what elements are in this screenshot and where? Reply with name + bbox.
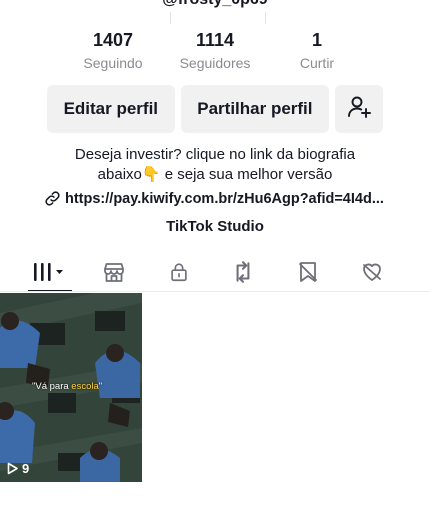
profile-tabs	[28, 254, 394, 292]
edit-profile-button[interactable]: Editar perfil	[47, 85, 175, 133]
video-thumbnail[interactable]: "Vá para escola" 9	[0, 293, 142, 482]
repost-icon	[230, 259, 256, 285]
grid-icon	[32, 260, 68, 284]
favorites-icon	[296, 260, 320, 284]
shop-icon	[102, 260, 126, 284]
stat-followers[interactable]: 1114 Seguidores	[172, 30, 258, 71]
video-caption-highlight: escola	[71, 381, 99, 392]
tab-reposts[interactable]	[221, 256, 265, 288]
add-friend-button[interactable]	[335, 85, 384, 133]
profile-bio: Deseja investir? clique no link da biogr…	[40, 145, 390, 185]
tab-liked[interactable]	[350, 256, 394, 288]
bio-line: Deseja investir? clique no link da biogr…	[74, 146, 356, 163]
add-user-icon	[346, 94, 372, 125]
profile-stats: 1407 Seguindo 1114 Seguidores 1 Curtir	[70, 30, 360, 71]
stat-following[interactable]: 1407 Seguindo	[70, 30, 156, 71]
stat-divider	[170, 12, 171, 24]
stat-divider	[265, 12, 266, 24]
tab-shop[interactable]	[92, 256, 136, 288]
bio-link-text: https://pay.kiwify.com.br/zHu6Agp?afid=4…	[65, 190, 384, 207]
stat-followers-label: Seguidores	[179, 55, 251, 71]
video-caption: "Vá para escola"	[32, 381, 102, 392]
stat-followers-value: 1114	[195, 30, 235, 50]
video-play-count: 9	[6, 461, 29, 476]
video-caption-text: "	[98, 381, 103, 392]
stat-following-value: 1407	[92, 30, 134, 50]
bio-line: abaixo👇 e seja sua melhor versão	[97, 166, 333, 183]
stat-likes-value: 1	[311, 30, 322, 50]
liked-icon	[360, 260, 384, 284]
stat-likes[interactable]: 1 Curtir	[274, 30, 360, 71]
play-count-value: 9	[22, 461, 30, 476]
lock-icon	[168, 261, 190, 283]
profile-actions: Editar perfil Partilhar perfil	[47, 85, 384, 133]
share-profile-button[interactable]: Partilhar perfil	[180, 85, 330, 133]
tab-favorites[interactable]	[286, 256, 330, 288]
tiktok-studio-link[interactable]: TikTok Studio	[0, 218, 430, 235]
bio-link[interactable]: https://pay.kiwify.com.br/zHu6Agp?afid=4…	[44, 190, 390, 207]
stat-following-label: Seguindo	[83, 55, 143, 71]
stat-likes-label: Curtir	[299, 55, 335, 71]
profile-username: @frosty_0p69	[0, 0, 430, 9]
play-icon	[6, 462, 19, 475]
tab-videos[interactable]	[28, 256, 72, 292]
tabs-divider	[0, 291, 430, 292]
link-icon	[44, 190, 61, 207]
tab-private[interactable]	[157, 256, 201, 288]
video-caption-text: "Vá para	[32, 381, 72, 392]
